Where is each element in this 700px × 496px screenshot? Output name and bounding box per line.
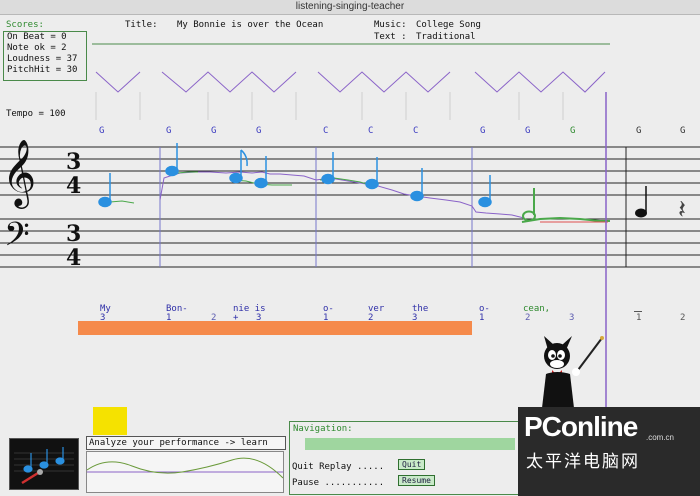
song-progress-bar [78, 321, 472, 335]
quit-button[interactable]: Quit [398, 459, 426, 470]
resume-button[interactable]: Resume [398, 475, 435, 486]
quit-replay-label: Quit Replay ..... [292, 462, 385, 472]
svg-text:𝄽: 𝄽 [678, 195, 686, 225]
beat-count: 1 [479, 313, 485, 323]
bass-clef-icon: 𝄢 [4, 216, 30, 262]
svg-text:4: 4 [66, 245, 81, 271]
beat-count: 2 [680, 313, 686, 323]
music-note-icon[interactable] [9, 438, 79, 490]
svg-text:4: 4 [66, 173, 81, 199]
pause-label: Pause ........... [292, 478, 385, 488]
svg-text:3: 3 [66, 149, 81, 175]
navigation-slider[interactable] [305, 438, 515, 450]
watermark-cn: 太平洋电脑网 [526, 452, 640, 472]
beat-indicator [95, 71, 606, 93]
analyze-performance-link[interactable]: Analyze your performance -> learn [86, 436, 286, 450]
loudness-waveform [86, 451, 284, 493]
beat-marker [634, 311, 642, 312]
beat-flash-indicator [93, 407, 127, 435]
watermark-logo: PConline .com.cn 太平洋电脑网 [518, 407, 700, 496]
beat-count: 3 [569, 313, 575, 323]
conductor-cat-icon [542, 336, 604, 408]
treble-clef-icon: 𝄞 [2, 138, 36, 209]
beat-count: 2 [525, 313, 531, 323]
watermark-domain: .com.cn [646, 433, 675, 442]
watermark-brand: PConline [524, 411, 638, 442]
svg-text:3: 3 [66, 221, 81, 247]
beat-count: 1 [636, 313, 642, 323]
